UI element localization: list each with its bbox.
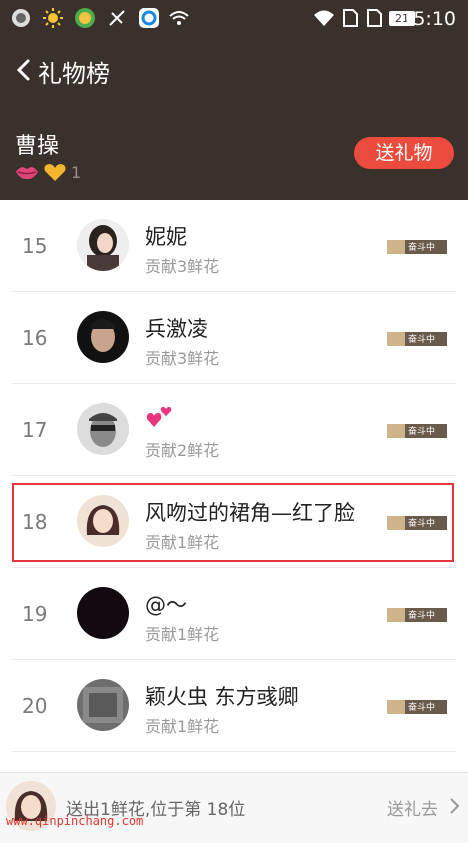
avatar bbox=[77, 679, 129, 731]
username: 曹操 bbox=[15, 134, 60, 159]
status-badge-text: 奋斗中 bbox=[408, 611, 436, 621]
lips-icon bbox=[16, 167, 38, 180]
contribution-text: 贡献3鲜花 bbox=[145, 257, 220, 276]
chevron-left-icon[interactable] bbox=[14, 58, 34, 82]
send-gift-button[interactable]: 送礼物 bbox=[354, 137, 454, 169]
avatar bbox=[77, 587, 129, 639]
list-item[interactable]: 20 颖火虫 东方彧卿 贡献1鲜花 奋斗中 bbox=[0, 660, 468, 752]
app-notification-icon bbox=[12, 9, 30, 27]
list-item[interactable]: 19 @〜 贡献1鲜花 奋斗中 bbox=[0, 568, 468, 660]
rank-number: 16 bbox=[22, 326, 48, 350]
rank-number: 20 bbox=[22, 694, 48, 718]
rank-number: 19 bbox=[22, 602, 48, 626]
user-name: 颖火虫 东方彧卿 bbox=[145, 685, 299, 709]
status-badge-text: 奋斗中 bbox=[408, 335, 436, 345]
list-item[interactable]: 16 兵激凌 贡献3鲜花 奋斗中 bbox=[0, 292, 468, 384]
rank-number: 15 bbox=[22, 234, 48, 258]
user-name: 妮妮 bbox=[145, 225, 187, 249]
avatar bbox=[77, 311, 129, 363]
status-badge: 奋斗中 bbox=[387, 607, 447, 623]
sun-icon bbox=[43, 8, 63, 28]
status-badge: 奋斗中 bbox=[387, 699, 447, 715]
contribution-text: 贡献3鲜花 bbox=[145, 349, 220, 368]
sim2-icon bbox=[367, 9, 382, 27]
status-time: 15:10 bbox=[401, 8, 456, 30]
user-badges: 1 bbox=[15, 162, 81, 182]
browser-app-icon bbox=[139, 8, 159, 28]
status-badge-text: 奋斗中 bbox=[408, 427, 436, 437]
status-badge: 奋斗中 bbox=[387, 239, 447, 255]
hearts-icon bbox=[146, 407, 172, 427]
watermark: www.qinpinchang.com bbox=[6, 814, 144, 828]
status-bar: 21 15:10 bbox=[0, 0, 468, 38]
list-item[interactable]: 15 妮妮 贡献3鲜花 奋斗中 bbox=[0, 200, 468, 292]
chevron-right-icon[interactable] bbox=[448, 797, 460, 815]
page-title: 礼物榜 bbox=[38, 60, 110, 88]
heart-level-icon bbox=[44, 164, 66, 181]
go-send-gift-link[interactable]: 送礼去 bbox=[387, 795, 438, 820]
rank-number: 17 bbox=[22, 418, 48, 442]
user-name: @〜 bbox=[145, 593, 187, 617]
status-badge-text: 奋斗中 bbox=[408, 243, 436, 253]
avatar bbox=[77, 403, 129, 455]
no-location-icon bbox=[109, 10, 125, 26]
user-level: 1 bbox=[71, 162, 82, 182]
contribution-text: 贡献2鲜花 bbox=[145, 441, 220, 460]
user-name: 兵激凌 bbox=[145, 317, 208, 341]
status-badge: 奋斗中 bbox=[387, 331, 447, 347]
avatar bbox=[77, 219, 129, 271]
wifi-signal-icon bbox=[314, 10, 334, 26]
sim1-icon bbox=[343, 9, 358, 27]
status-badge-text: 奋斗中 bbox=[408, 703, 436, 713]
game-app-icon bbox=[75, 8, 95, 28]
bottom-bar: 送出1鲜花,位于第 18位 送礼去 bbox=[0, 772, 468, 843]
status-badge: 奋斗中 bbox=[387, 423, 447, 439]
contribution-text: 贡献1鲜花 bbox=[145, 625, 220, 644]
divider bbox=[12, 751, 456, 752]
contribution-text: 贡献1鲜花 bbox=[145, 717, 220, 736]
highlight-box bbox=[12, 483, 454, 562]
list-item[interactable]: 17 贡献2鲜花 奋斗中 bbox=[0, 384, 468, 476]
wifi-icon bbox=[169, 11, 189, 25]
header: 礼物榜 曹操 1 送礼物 bbox=[0, 38, 468, 200]
